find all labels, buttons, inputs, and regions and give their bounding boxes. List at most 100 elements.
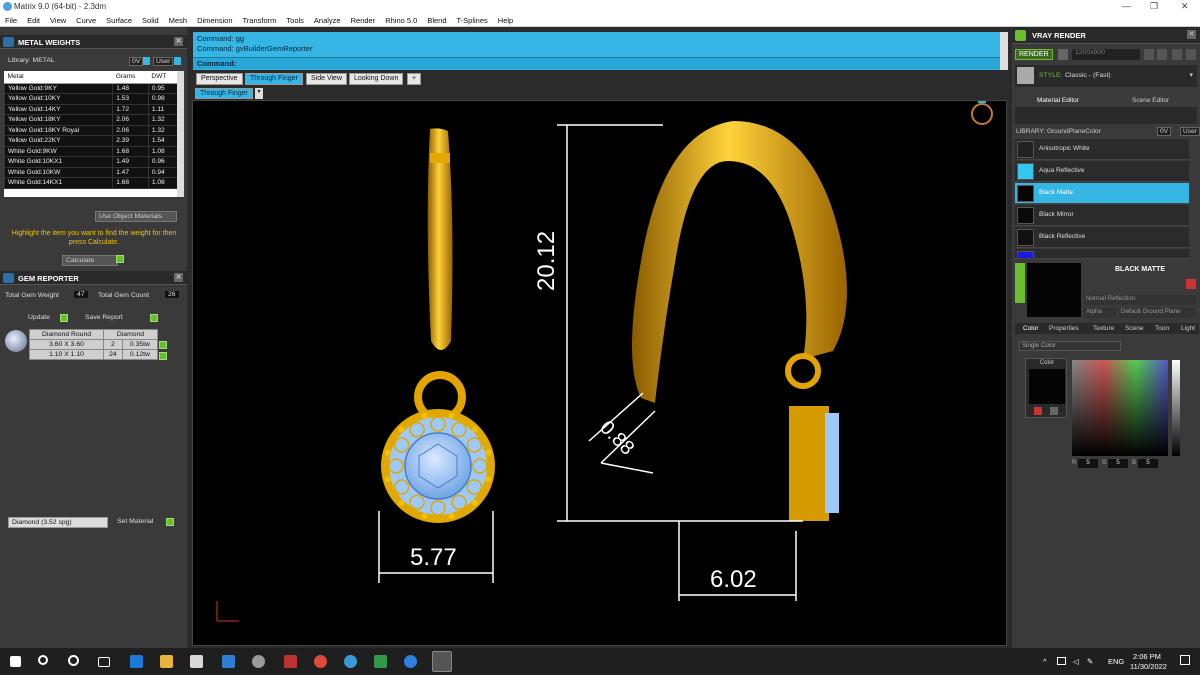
update-button[interactable]: Update [28, 314, 50, 321]
set-material-button[interactable]: Set Material [117, 518, 153, 525]
chrome-icon[interactable] [314, 655, 327, 668]
delete-icon[interactable] [1186, 279, 1196, 289]
search-icon[interactable] [38, 655, 48, 665]
material-item[interactable]: Aqua Reflective [1015, 161, 1189, 182]
material-item[interactable]: Anisotropic White [1015, 139, 1189, 160]
set-material-go-icon[interactable] [166, 518, 174, 526]
save-report-go-icon[interactable] [150, 314, 158, 322]
close-render-icon[interactable] [1186, 49, 1196, 60]
tab-scene[interactable]: Scene [1125, 325, 1143, 332]
maximize-button[interactable]: ❐ [1150, 1, 1158, 12]
style-selector[interactable]: STYLE: Classic - (Fast) ▾ [1015, 65, 1197, 87]
language-indicator[interactable]: ENG [1108, 657, 1124, 666]
menu-analyze[interactable]: Analyze [309, 14, 346, 25]
blue-field[interactable]: 5 [1138, 459, 1158, 468]
calculate-button[interactable]: Calculate [62, 255, 118, 266]
green-field[interactable]: 5 [1108, 459, 1128, 468]
tab-toon[interactable]: Toon [1155, 325, 1169, 332]
volume-icon[interactable]: ◁ [1073, 657, 1079, 666]
viewport-label[interactable]: Through Finger [195, 88, 253, 99]
table-row[interactable]: White Gold:10KW 1.47 0.94 [4, 166, 179, 178]
brightness-slider[interactable] [1172, 360, 1180, 456]
file-explorer-icon[interactable] [160, 655, 173, 668]
table-row[interactable]: White Gold:10KX1 1.49 0.96 [4, 156, 179, 168]
close-icon[interactable]: ✕ [1187, 30, 1196, 39]
cortana-icon[interactable] [68, 655, 79, 666]
zoho-icon[interactable] [404, 655, 417, 668]
tray-arrow-icon[interactable]: ^ [1043, 657, 1047, 666]
tab-side-view[interactable]: Side View [306, 73, 348, 85]
material-item[interactable]: Black Mirror [1015, 205, 1189, 226]
close-icon[interactable]: ✕ [174, 273, 183, 282]
menu-view[interactable]: View [45, 14, 71, 25]
user-button[interactable]: User [1180, 127, 1200, 136]
info-icon[interactable] [143, 57, 150, 65]
edge-icon[interactable] [130, 655, 143, 668]
tab-through-finger[interactable]: Through Finger [245, 73, 303, 85]
tab-looking-down[interactable]: Looking Down [349, 73, 404, 85]
tab-material-editor[interactable]: Material Editor [1037, 97, 1079, 104]
gem-material-select[interactable]: Diamond (3.52 spg) [8, 517, 108, 528]
command-history[interactable]: Command: gg Command: gvBuilderGemReporte… [193, 32, 1008, 70]
ground-select[interactable]: Default Ground Plane [1119, 308, 1196, 318]
table-row[interactable]: Yellow Gold:22KY 2.39 1.54 [4, 135, 179, 147]
zero-v-button[interactable]: 0V [1157, 127, 1171, 136]
collapse-handle[interactable] [1015, 263, 1025, 303]
table-row[interactable]: 1.10 X 1.10 24 0.12tw [29, 349, 159, 360]
select-gem-icon[interactable] [159, 341, 167, 349]
red-field[interactable]: 5 [1078, 459, 1098, 468]
minimize-button[interactable]: — [1122, 1, 1131, 11]
render-button[interactable]: RENDER [1015, 49, 1053, 60]
material-item[interactable]: Black Reflective [1015, 227, 1189, 248]
eyedropper-icon[interactable] [1034, 407, 1042, 415]
clock-time[interactable]: 2:06 PM [1133, 652, 1161, 661]
column-header[interactable]: Metal [4, 71, 113, 84]
save-icon[interactable] [1172, 49, 1182, 60]
table-row[interactable]: White Gold:14KX1 1.68 1.08 [4, 177, 179, 189]
tab-perspective[interactable]: Perspective [196, 73, 243, 85]
menu-tsplines[interactable]: T-Splines [452, 14, 493, 25]
render-settings-icon[interactable] [1058, 49, 1068, 60]
3d-viewport[interactable]: 20.12 0.88 5.77 6.02 [192, 100, 1007, 646]
menu-tools[interactable]: Tools [281, 14, 309, 25]
menu-dimension[interactable]: Dimension [192, 14, 237, 25]
tab-scene-editor[interactable]: Scene Editor [1132, 97, 1169, 104]
close-button[interactable]: ✕ [1181, 1, 1189, 12]
app-icon[interactable] [252, 655, 265, 668]
menu-transform[interactable]: Transform [238, 14, 282, 25]
material-item-selected[interactable]: Black Matte [1015, 183, 1189, 204]
column-header[interactable]: Grams [112, 71, 149, 84]
matrix-app-icon[interactable] [432, 651, 452, 672]
info-icon[interactable] [174, 57, 181, 65]
menu-file[interactable]: File [0, 14, 22, 25]
menu-blend[interactable]: Blend [422, 14, 451, 25]
tab-color[interactable]: Color [1023, 325, 1039, 332]
save-report-button[interactable]: Save Report [85, 314, 123, 321]
color-mode-select[interactable]: Single Color [1019, 341, 1121, 351]
pen-icon[interactable]: ✎ [1087, 657, 1093, 666]
zero-v-button[interactable]: 0V [129, 57, 144, 66]
alpha-select[interactable]: Alpha [1084, 308, 1116, 318]
table-row[interactable]: 3.60 X 3.60 2 0.35tw [29, 339, 159, 350]
menu-solid[interactable]: Solid [137, 14, 164, 25]
tab-properties[interactable]: Properties [1049, 325, 1079, 332]
notifications-icon[interactable] [1180, 655, 1190, 665]
menu-surface[interactable]: Surface [101, 14, 137, 25]
task-view-icon[interactable] [98, 657, 110, 667]
close-icon[interactable]: ✕ [174, 37, 183, 46]
menu-curve[interactable]: Curve [71, 14, 101, 25]
forward-icon[interactable] [1157, 49, 1167, 60]
tab-texture[interactable]: Texture [1093, 325, 1114, 332]
table-scrollbar[interactable] [177, 71, 184, 197]
table-row[interactable]: Yellow Gold:9KY 1.48 0.95 [4, 82, 179, 94]
ring-icon[interactable] [971, 101, 993, 125]
reflection-select[interactable]: Normal Reflection [1084, 295, 1196, 305]
clear-icon[interactable] [1050, 407, 1058, 415]
rewind-icon[interactable] [1144, 49, 1154, 60]
store-icon[interactable] [190, 655, 203, 668]
tab-light[interactable]: Light [1181, 325, 1195, 332]
color-swatch[interactable] [1029, 369, 1065, 404]
table-row[interactable]: Yellow Gold:18KY 2.06 1.32 [4, 114, 179, 126]
table-row[interactable]: Yellow Gold:18KY Royal 2.06 1.32 [4, 124, 179, 136]
menu-edit[interactable]: Edit [22, 14, 45, 25]
